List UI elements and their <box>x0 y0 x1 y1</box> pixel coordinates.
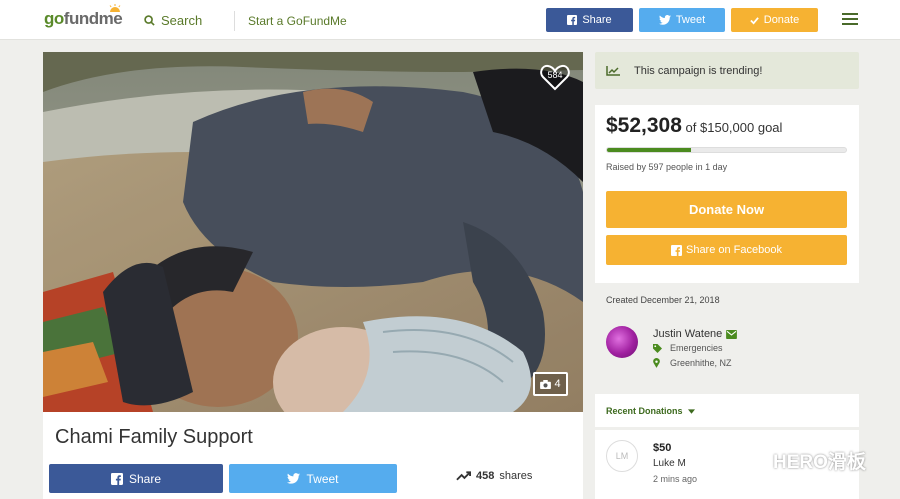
campaign-title: Chami Family Support <box>55 426 253 448</box>
map-pin-icon <box>653 358 660 368</box>
donor-avatar: LM <box>606 440 638 472</box>
created-date: Created December 21, 2018 <box>606 295 720 305</box>
recent-donations-title: Recent Donations <box>606 406 683 416</box>
trending-up-icon <box>456 471 471 481</box>
organizer-name-row[interactable]: Justin Watene <box>653 328 738 340</box>
donate-label-top: Donate <box>763 14 800 26</box>
raised-amount: $52,308 <box>606 114 682 137</box>
start-gofundme-link[interactable]: Start a GoFundMe <box>248 14 347 28</box>
tweet-button-top[interactable]: Tweet <box>639 8 725 32</box>
organizer-location-row: Greenhithe, NZ <box>653 358 732 368</box>
photo-count-label: 4 <box>554 378 561 390</box>
twitter-icon <box>658 15 671 25</box>
watermark: HERO滑板 <box>730 447 866 474</box>
goal-text: of $150,000 goal <box>685 120 783 135</box>
progress-bar <box>606 147 847 153</box>
donation-time: 2 mins ago <box>653 474 698 484</box>
photo-gallery-button[interactable]: 4 <box>533 372 568 396</box>
organizer-avatar[interactable] <box>606 326 638 358</box>
trending-banner: This campaign is trending! <box>595 52 859 89</box>
search-label: Search <box>161 13 203 28</box>
search-icon <box>144 15 155 26</box>
donate-now-button[interactable]: Donate Now <box>606 191 847 228</box>
tag-icon <box>653 343 662 353</box>
share-button-top[interactable]: Share <box>546 8 633 32</box>
share-label: Share <box>128 471 162 486</box>
donor-name: Luke M <box>653 458 686 469</box>
organizer-name: Justin Watene <box>653 328 723 340</box>
gofundme-logo[interactable]: gofundme <box>44 9 123 29</box>
organizer-category-row: Emergencies <box>653 343 723 353</box>
caret-down-icon <box>687 408 695 414</box>
like-count: 584 <box>547 70 563 80</box>
raised-summary: $52,308 of $150,000 goal <box>606 114 782 138</box>
organizer-location: Greenhithe, NZ <box>670 358 732 368</box>
donate-button-top[interactable]: Donate <box>731 8 818 32</box>
share-on-facebook-button[interactable]: Share on Facebook <box>606 235 847 265</box>
trending-text: This campaign is trending! <box>634 64 763 77</box>
share-button[interactable]: Share <box>49 464 223 493</box>
donation-amount: $50 <box>653 442 672 454</box>
nav-divider <box>234 11 235 31</box>
progress-fill <box>607 148 691 152</box>
envelope-icon[interactable] <box>726 329 738 339</box>
facebook-icon <box>567 15 578 25</box>
share-label-top: Share <box>582 14 612 26</box>
watermark-text: HERO滑板 <box>773 452 866 473</box>
tweet-label: Tweet <box>306 471 339 486</box>
organizer-category[interactable]: Emergencies <box>670 343 723 353</box>
tweet-label-top: Tweet <box>675 14 706 26</box>
shares-number: 458 <box>476 470 495 482</box>
facebook-icon <box>110 472 123 485</box>
raised-by-text: Raised by 597 people in 1 day <box>606 162 728 172</box>
search-button[interactable]: Search <box>144 13 202 28</box>
wechat-icon <box>731 450 766 471</box>
logo-go: go <box>44 9 64 28</box>
camera-icon <box>540 379 552 389</box>
facebook-icon <box>670 244 682 256</box>
hamburger-menu-icon[interactable] <box>842 13 858 26</box>
shares-count: 458 shares <box>456 470 532 482</box>
logo-sun-icon <box>109 4 121 12</box>
logo-fund: fund <box>63 9 99 28</box>
tweet-button[interactable]: Tweet <box>229 464 397 493</box>
trending-chart-icon <box>606 65 620 76</box>
twitter-icon <box>287 473 301 484</box>
share-facebook-label: Share on Facebook <box>685 244 782 256</box>
checkmark-icon <box>750 16 759 25</box>
shares-suffix: shares <box>499 470 533 482</box>
campaign-photo[interactable] <box>43 52 583 412</box>
recent-donations-toggle[interactable]: Recent Donations <box>606 406 695 416</box>
